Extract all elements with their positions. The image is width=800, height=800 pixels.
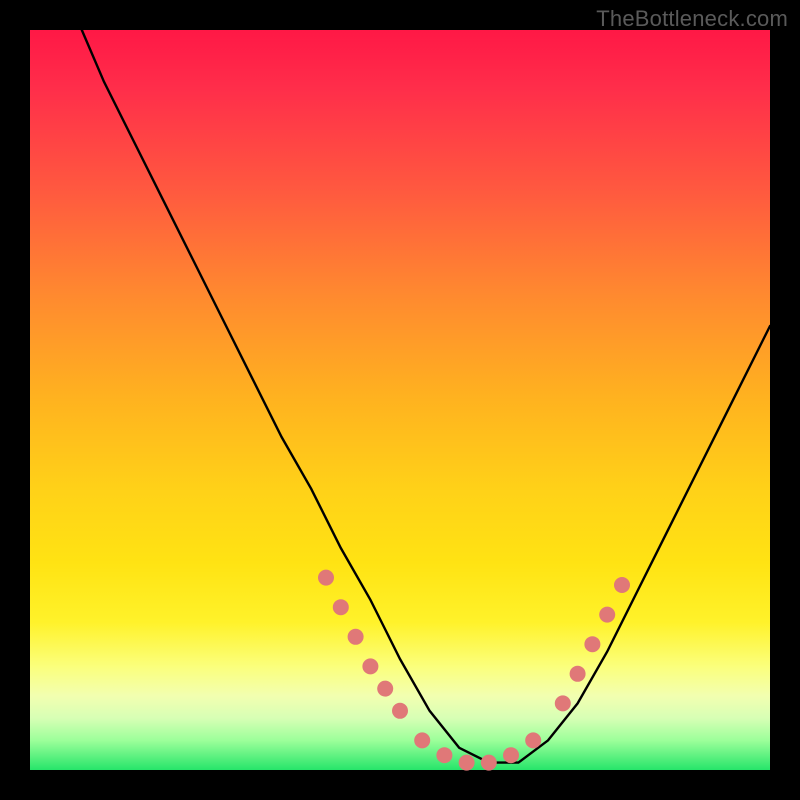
marker-dot bbox=[459, 755, 475, 771]
marker-dot bbox=[599, 607, 615, 623]
marker-dot bbox=[584, 636, 600, 652]
chart-frame: TheBottleneck.com bbox=[0, 0, 800, 800]
marker-dot bbox=[333, 599, 349, 615]
marker-dot bbox=[436, 747, 452, 763]
marker-dot bbox=[362, 658, 378, 674]
marker-dot bbox=[377, 681, 393, 697]
marker-dot bbox=[525, 732, 541, 748]
marker-dot bbox=[555, 695, 571, 711]
marker-dot bbox=[614, 577, 630, 593]
bottleneck-curve bbox=[82, 30, 770, 763]
marker-dot bbox=[414, 732, 430, 748]
marker-dot bbox=[318, 570, 334, 586]
marker-group bbox=[318, 570, 630, 771]
marker-dot bbox=[392, 703, 408, 719]
attribution-label: TheBottleneck.com bbox=[596, 6, 788, 32]
plot-area bbox=[30, 30, 770, 770]
marker-dot bbox=[570, 666, 586, 682]
curve-layer bbox=[30, 30, 770, 770]
marker-dot bbox=[348, 629, 364, 645]
marker-dot bbox=[481, 755, 497, 771]
marker-dot bbox=[503, 747, 519, 763]
